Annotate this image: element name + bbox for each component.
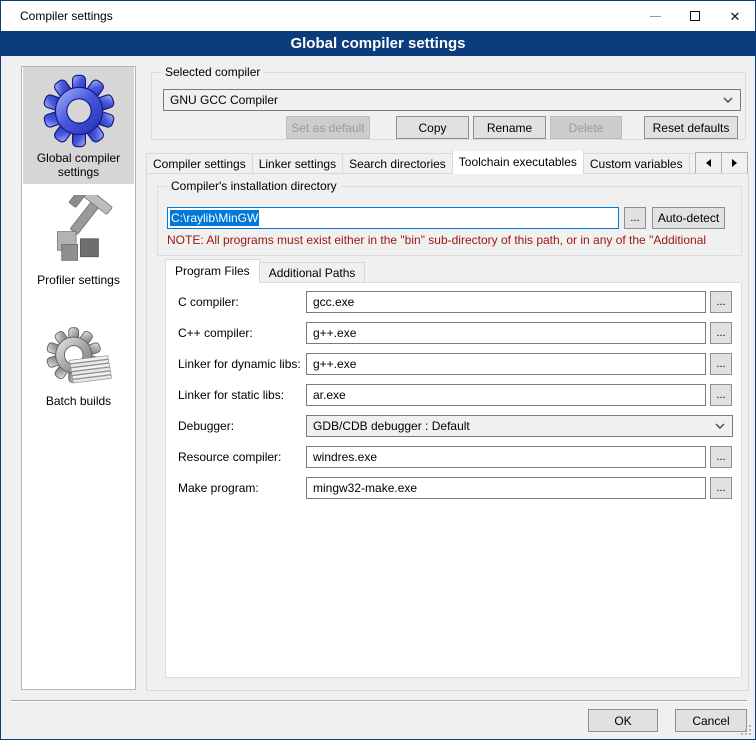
make-program-input[interactable]: mingw32-make.exe xyxy=(306,477,706,499)
field-row: Linker for static libs: ar.exe ... xyxy=(166,384,741,406)
window-title: Compiler settings xyxy=(1,9,113,23)
tab-scroll-right-button[interactable] xyxy=(721,152,748,174)
installation-directory-input[interactable]: C:\raylib\MinGW xyxy=(167,207,619,229)
dialog-header-title: Global compiler settings xyxy=(1,31,755,56)
auto-detect-button[interactable]: Auto-detect xyxy=(652,207,725,229)
tab-program-files[interactable]: Program Files xyxy=(165,259,260,283)
tab-compiler-settings[interactable]: Compiler settings xyxy=(146,153,253,174)
bin-subdirectory-note: NOTE: All programs must exist either in … xyxy=(167,233,730,247)
field-row: Linker for dynamic libs: g++.exe ... xyxy=(166,353,741,375)
debugger-select[interactable]: GDB/CDB debugger : Default xyxy=(306,415,733,437)
browse-directory-button[interactable]: ... xyxy=(624,207,646,229)
set-as-default-button: Set as default xyxy=(286,116,370,139)
tab-search-directories[interactable]: Search directories xyxy=(342,153,453,174)
toolchain-executables-page: Compiler's installation directory C:\ray… xyxy=(146,173,749,691)
browse-resource-compiler-button[interactable]: ... xyxy=(710,446,732,468)
field-row: Make program: mingw32-make.exe ... xyxy=(166,477,741,499)
sidebar-item-label: Global compiler settings xyxy=(23,151,134,179)
rename-button[interactable]: Rename xyxy=(473,116,546,139)
ok-button[interactable]: OK xyxy=(588,709,658,732)
browse-static-linker-button[interactable]: ... xyxy=(710,384,732,406)
compiler-settings-dialog: Compiler settings ✕ Global compiler sett… xyxy=(0,0,756,740)
group-legend: Selected compiler xyxy=(161,65,264,79)
debugger-select-value: GDB/CDB debugger : Default xyxy=(313,419,470,433)
tab-additional-paths[interactable]: Additional Paths xyxy=(259,262,366,283)
reset-defaults-button[interactable]: Reset defaults xyxy=(644,116,738,139)
field-label: Debugger: xyxy=(178,415,234,437)
field-label: Resource compiler: xyxy=(178,446,281,468)
tab-build-options[interactable]: Build options xyxy=(689,153,694,174)
installation-directory-value: C:\raylib\MinGW xyxy=(170,210,259,226)
tab-toolchain-executables[interactable]: Toolchain executables xyxy=(452,151,584,174)
program-files-page: C compiler: gcc.exe ... C++ compiler: g+… xyxy=(165,282,742,678)
sidebar-item-label: Batch builds xyxy=(23,394,134,408)
field-label: Linker for dynamic libs: xyxy=(178,353,301,375)
compiler-select-value: GNU GCC Compiler xyxy=(170,93,278,107)
dynamic-linker-input[interactable]: g++.exe xyxy=(306,353,706,375)
close-icon: ✕ xyxy=(730,10,741,23)
resize-grip[interactable] xyxy=(740,724,752,736)
field-row: C++ compiler: g++.exe ... xyxy=(166,322,741,344)
sidebar-item-batch-builds[interactable]: Batch builds xyxy=(23,322,134,417)
field-label: C++ compiler: xyxy=(178,322,253,344)
browse-dynamic-linker-button[interactable]: ... xyxy=(710,353,732,375)
chevron-down-icon xyxy=(715,423,725,429)
copy-button[interactable]: Copy xyxy=(396,116,469,139)
maximize-icon xyxy=(690,11,700,21)
browse-make-program-button[interactable]: ... xyxy=(710,477,732,499)
tab-linker-settings[interactable]: Linker settings xyxy=(252,153,343,174)
sidebar-item-profiler-settings[interactable]: Profiler settings xyxy=(23,191,134,291)
delete-button: Delete xyxy=(550,116,622,139)
resource-compiler-input[interactable]: windres.exe xyxy=(306,446,706,468)
minimize-button xyxy=(635,1,675,31)
tab-scroll-right-icon xyxy=(732,159,737,167)
browse-cpp-compiler-button[interactable]: ... xyxy=(710,322,732,344)
field-label: Make program: xyxy=(178,477,259,499)
cpp-compiler-input[interactable]: g++.exe xyxy=(306,322,706,344)
gear-stack-icon xyxy=(44,326,114,392)
blue-gear-icon xyxy=(41,73,117,149)
tab-scroll-left-button[interactable] xyxy=(695,152,722,174)
caliper-icon xyxy=(43,195,115,271)
settings-category-list: Global compiler settings Profiler settin… xyxy=(21,66,136,690)
field-row: C compiler: gcc.exe ... xyxy=(166,291,741,313)
browse-c-compiler-button[interactable]: ... xyxy=(710,291,732,313)
tab-scroll-left-icon xyxy=(706,159,711,167)
footer-divider xyxy=(11,700,747,702)
program-tabs: Program Files Additional Paths xyxy=(165,260,364,283)
sidebar-item-label: Profiler settings xyxy=(23,273,134,287)
chevron-down-icon xyxy=(723,97,733,103)
static-linker-input[interactable]: ar.exe xyxy=(306,384,706,406)
field-row: Debugger: GDB/CDB debugger : Default xyxy=(166,415,741,437)
sidebar-item-global-compiler-settings[interactable]: Global compiler settings xyxy=(23,67,134,184)
minimize-icon xyxy=(650,16,661,17)
compiler-tabs: Compiler settings Linker settings Search… xyxy=(146,151,694,174)
field-row: Resource compiler: windres.exe ... xyxy=(166,446,741,468)
close-button[interactable]: ✕ xyxy=(715,1,755,31)
c-compiler-input[interactable]: gcc.exe xyxy=(306,291,706,313)
compiler-select[interactable]: GNU GCC Compiler xyxy=(163,89,741,111)
tab-custom-variables[interactable]: Custom variables xyxy=(583,153,690,174)
field-label: Linker for static libs: xyxy=(178,384,284,406)
maximize-button[interactable] xyxy=(675,1,715,31)
group-legend: Compiler's installation directory xyxy=(167,179,341,193)
field-label: C compiler: xyxy=(178,291,239,313)
cancel-button[interactable]: Cancel xyxy=(675,709,747,732)
